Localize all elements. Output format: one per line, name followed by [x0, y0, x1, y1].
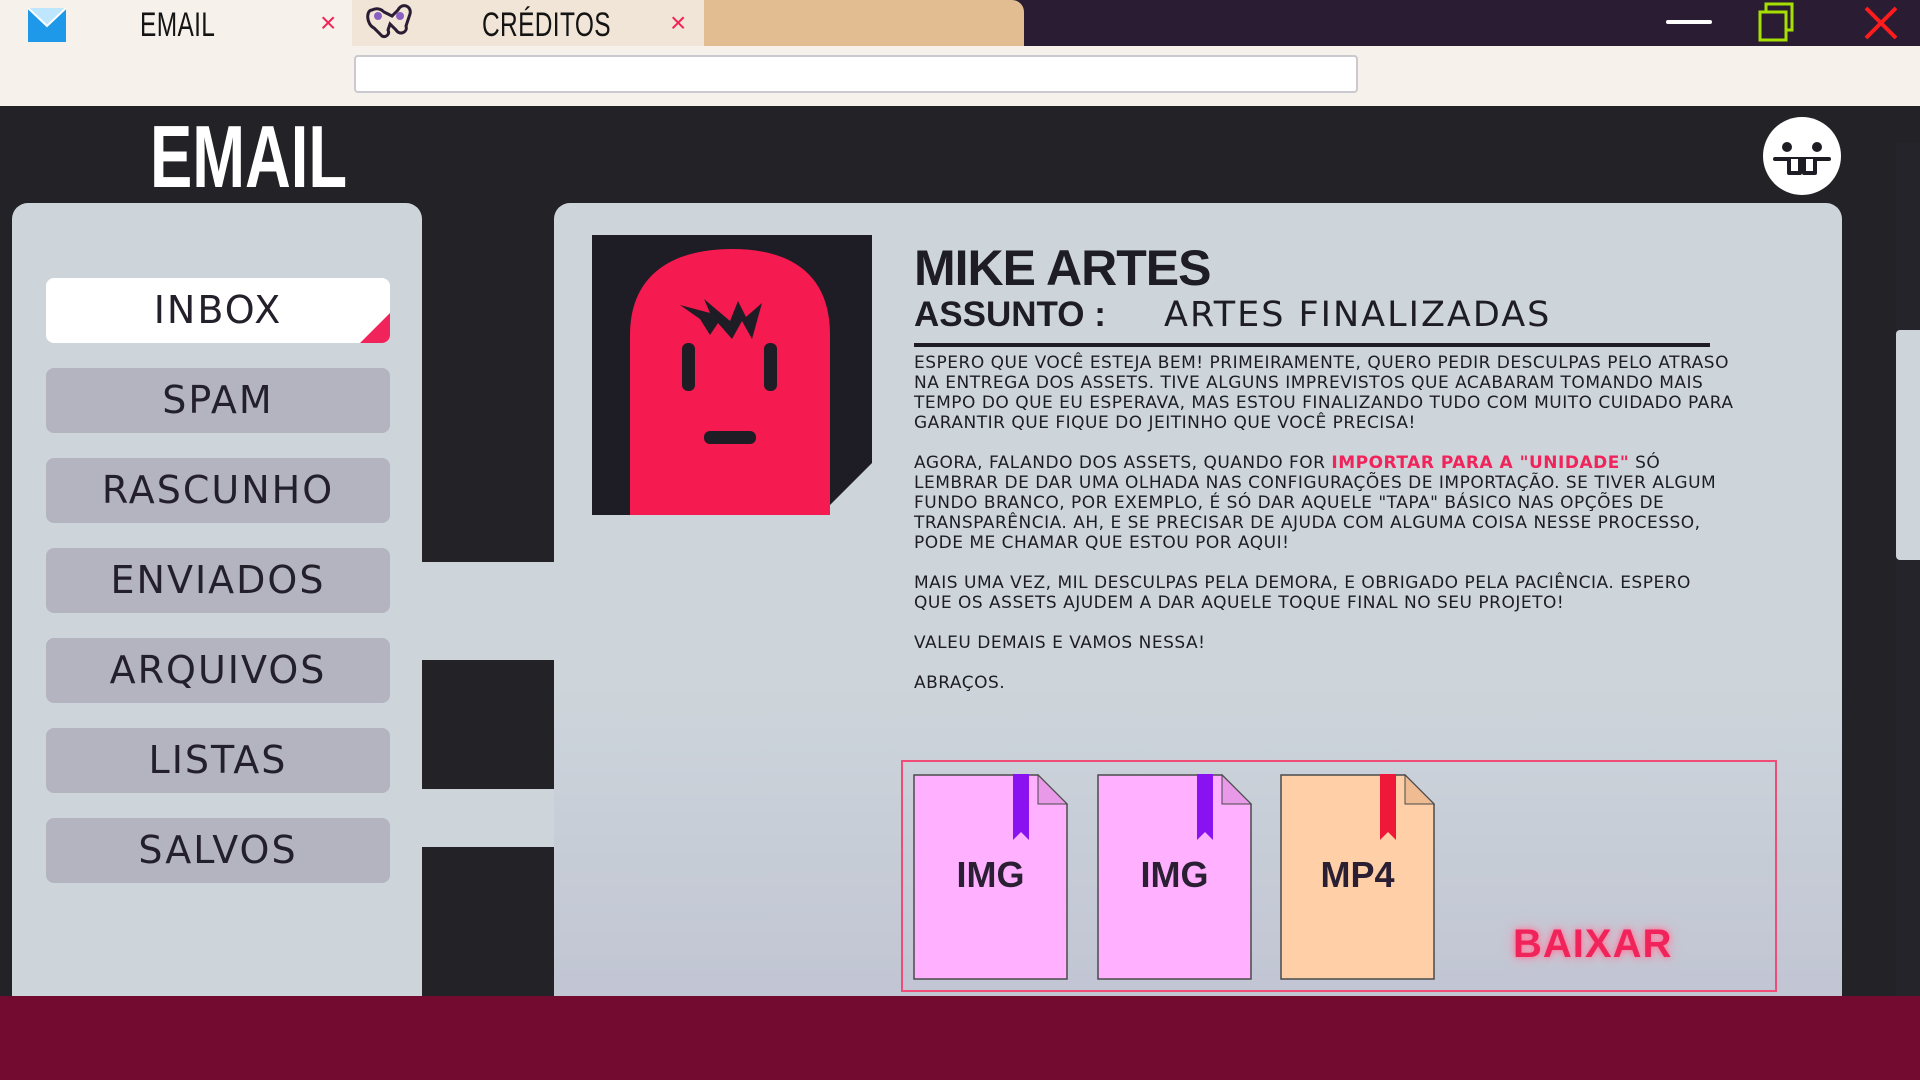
- message-paragraph: MAIS UMA VEZ, MIL DESCULPAS PELA DEMORA,…: [914, 573, 1691, 613]
- divider-stripe: [422, 789, 554, 847]
- sidebar-item-rascunho[interactable]: RASCUNHO: [46, 458, 390, 523]
- tab-creditos-close-icon[interactable]: ×: [670, 7, 686, 39]
- attachment-img-2[interactable]: IMG: [1097, 773, 1253, 980]
- envelope-icon: [28, 8, 66, 42]
- scrollbar-thumb[interactable]: [1896, 330, 1920, 560]
- message-paragraph: ABRAÇOS.: [914, 673, 1006, 693]
- page-title: EMAIL: [150, 107, 348, 206]
- scrollbar-track[interactable]: [1896, 143, 1920, 1003]
- minimize-button[interactable]: [1660, 0, 1720, 46]
- sidebar-item-spam[interactable]: SPAM: [46, 368, 390, 433]
- tab-email-close-icon[interactable]: ×: [320, 7, 336, 39]
- game-controller-icon: [366, 4, 412, 38]
- tab-email-label: EMAIL: [140, 6, 216, 44]
- message-paragraph: ESPERO QUE VOCÊ ESTEJA BEM! PRIMEIRAMENT…: [914, 353, 1734, 433]
- sidebar-item-inbox[interactable]: INBOX: [46, 278, 390, 343]
- close-icon: [1864, 6, 1898, 40]
- attachment-img-1[interactable]: IMG: [913, 773, 1069, 980]
- message-paragraph: VALEU DEMAIS E VAMOS NESSA!: [914, 633, 1206, 653]
- address-bar: [0, 46, 1920, 106]
- message-paragraph: AGORA, FALANDO DOS ASSETS, QUANDO FOR IM…: [914, 453, 1717, 553]
- subject-label: ASSUNTO :: [914, 295, 1106, 334]
- message-panel: MIKE ARTES ASSUNTO : ARTES FINALIZADAS E…: [554, 203, 1842, 1003]
- subject-line: ASSUNTO : ARTES FINALIZADAS: [914, 293, 1710, 347]
- attachment-label: IMG: [956, 854, 1025, 895]
- attachment-label: IMG: [1140, 854, 1209, 895]
- attachment-label: MP4: [1320, 854, 1395, 895]
- sender-avatar: [592, 235, 872, 515]
- sidebar-item-enviados[interactable]: ENVIADOS: [46, 548, 390, 613]
- user-avatar-button[interactable]: [1763, 117, 1841, 195]
- message-body: ESPERO QUE VOCÊ ESTEJA BEM! PRIMEIRAMENT…: [914, 353, 1734, 713]
- download-button[interactable]: BAIXAR: [1513, 922, 1672, 967]
- footer-band: [0, 996, 1920, 1080]
- subject-value: ARTES FINALIZADAS: [1164, 295, 1552, 335]
- attachment-mp4[interactable]: MP4: [1280, 773, 1436, 980]
- sidebar-item-listas[interactable]: LISTAS: [46, 728, 390, 793]
- tab-creditos[interactable]: CRÉDITOS ×: [352, 0, 704, 46]
- maximize-icon: [1758, 2, 1794, 42]
- highlight-text: IMPORTAR PARA A "UNIDADE": [1331, 453, 1630, 473]
- attachments-box: IMG IMG MP4 BAIXAR: [901, 760, 1777, 992]
- tab-email[interactable]: EMAIL ×: [0, 0, 352, 46]
- sender-name: MIKE ARTES: [914, 240, 1211, 296]
- sidebar-item-salvos[interactable]: SALVOS: [46, 818, 390, 883]
- sidebar-item-arquivos[interactable]: ARQUIVOS: [46, 638, 390, 703]
- tab-creditos-label: CRÉDITOS: [482, 6, 611, 44]
- maximize-button[interactable]: [1750, 0, 1810, 46]
- goofy-face-icon: [1773, 142, 1831, 175]
- sidebar: INBOX SPAM RASCUNHO ENVIADOS ARQUIVOS LI…: [12, 203, 422, 1003]
- tab-bar: EMAIL × CRÉDITOS ×: [0, 0, 1920, 46]
- address-input[interactable]: [354, 55, 1358, 93]
- minimize-icon: [1666, 20, 1712, 24]
- divider-stripe: [422, 562, 554, 660]
- tab-empty[interactable]: [704, 0, 1024, 46]
- close-window-button[interactable]: [1850, 0, 1910, 46]
